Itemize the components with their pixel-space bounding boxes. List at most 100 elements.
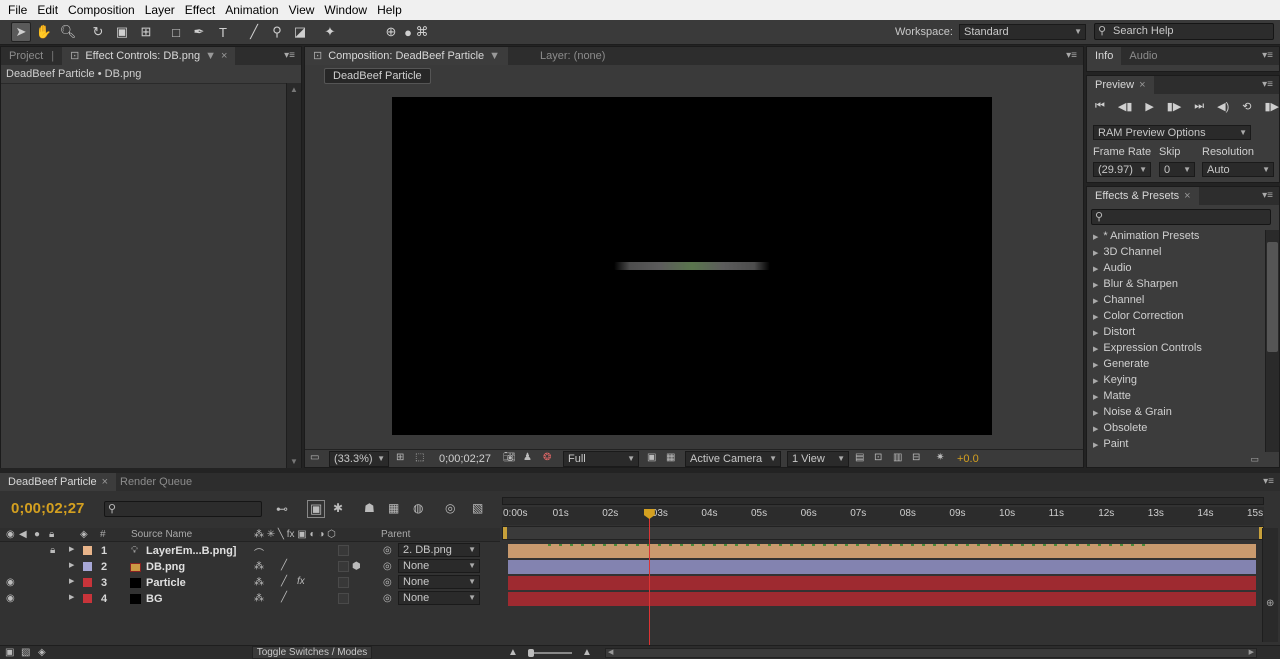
zoom-in-icon[interactable]: ▲	[582, 647, 592, 658]
list-item[interactable]: ▶ Blur & Sharpen	[1093, 278, 1178, 290]
list-item[interactable]: ▶ Obsolete	[1093, 422, 1147, 434]
scroll-left-icon[interactable]: ◀	[608, 648, 613, 656]
playhead[interactable]	[643, 509, 655, 645]
3d-layer-icon[interactable]: ⬢	[352, 561, 361, 572]
toggle-pixel-aspect-icon[interactable]: ▤	[855, 452, 864, 463]
list-item[interactable]: ▶ Paint	[1093, 438, 1128, 450]
close-icon[interactable]: ×	[1139, 79, 1145, 91]
close-icon[interactable]: ×	[1184, 190, 1190, 202]
expand-triangle-icon[interactable]: ▶	[69, 577, 74, 585]
text-tool-icon[interactable]: T	[213, 22, 233, 42]
tab-audio[interactable]: Audio	[1121, 47, 1165, 65]
quality-switch-icon[interactable]: ╱	[281, 576, 287, 587]
menu-view[interactable]: View	[285, 3, 319, 17]
list-item[interactable]: ▶ Channel	[1093, 294, 1144, 306]
scroll-thumb[interactable]	[1267, 242, 1278, 352]
zoom-tool-icon[interactable]: 🔍︎	[58, 22, 78, 42]
skip-dropdown[interactable]: 0 ▼	[1159, 162, 1195, 177]
show-snapshot-icon[interactable]: ♟	[523, 452, 532, 463]
brush-tool-icon[interactable]: ╱	[244, 22, 264, 42]
clone-stamp-tool-icon[interactable]: ⚲	[267, 22, 287, 42]
region-of-interest-icon[interactable]: ▣	[647, 452, 656, 463]
lock-icon[interactable]: 🔒︎	[49, 529, 54, 540]
list-item[interactable]: ▶ Keying	[1093, 374, 1137, 386]
effects-scrollbar[interactable]	[1265, 230, 1279, 452]
scroll-up-icon[interactable]: ▲	[290, 85, 298, 94]
list-item[interactable]: ▶ Audio	[1093, 262, 1132, 274]
list-item[interactable]: ▶ Matte	[1093, 390, 1131, 402]
pan-behind-tool-icon[interactable]: ⊞	[136, 22, 156, 42]
chevron-down-icon[interactable]: ▼	[489, 50, 500, 62]
layer-name[interactable]: DB.png	[146, 561, 185, 573]
resolution-dropdown[interactable]: Auto ▼	[1202, 162, 1274, 177]
parent-dropdown[interactable]: None ▼	[398, 559, 480, 573]
menu-composition[interactable]: Composition	[64, 3, 139, 17]
pick-whip-icon[interactable]: ◎	[383, 593, 392, 604]
exposure-value[interactable]: +0.0	[957, 453, 979, 465]
menu-help[interactable]: Help	[373, 3, 406, 17]
effects-search-input[interactable]: ⚲	[1091, 209, 1271, 225]
list-item[interactable]: ▶ Expression Controls	[1093, 342, 1202, 354]
layer-track[interactable]	[508, 560, 1256, 574]
frame-blending-icon[interactable]: ▦	[388, 501, 399, 515]
shy-switch-icon[interactable]: ⌒	[254, 545, 264, 560]
parent-dropdown[interactable]: 2. DB.png ▼	[398, 543, 480, 557]
list-item[interactable]: ▶ * Animation Presets	[1093, 230, 1199, 242]
zoom-out-icon[interactable]: ▲	[508, 647, 518, 658]
comp-flowchart-icon[interactable]: ⊟	[912, 452, 920, 463]
label-color[interactable]	[83, 546, 92, 555]
list-item[interactable]: ▶ Generate	[1093, 358, 1149, 370]
list-item[interactable]: ▶ Color Correction	[1093, 310, 1183, 322]
shy-switch-icon[interactable]: ⁂	[254, 577, 264, 588]
effect-controls-scrollbar[interactable]: ▲ ▼	[286, 83, 301, 468]
safe-margins-icon[interactable]: ⊞	[396, 452, 404, 463]
label-color[interactable]	[83, 562, 92, 571]
timeline-search-input[interactable]: ⚲	[104, 501, 262, 517]
live-update-icon[interactable]: ▣	[307, 500, 326, 518]
panel-menu-icon[interactable]: ▾≡	[1066, 50, 1077, 61]
panel-menu-icon[interactable]: ▾≡	[1263, 476, 1274, 487]
close-icon[interactable]: ×	[221, 50, 227, 62]
label-color[interactable]	[83, 578, 92, 587]
menu-window[interactable]: Window	[320, 3, 371, 17]
new-folder-icon[interactable]: ▭	[1250, 454, 1259, 465]
work-area-bar[interactable]	[502, 526, 1264, 540]
viewer-timecode[interactable]: 0;00;02;27	[439, 453, 491, 465]
puppet-pin-tool-icon[interactable]: ✦	[320, 22, 340, 42]
quality-switch-icon[interactable]: ╱	[281, 592, 287, 603]
pick-whip-icon[interactable]: ◎	[383, 577, 392, 588]
label-icon[interactable]: ◈	[80, 529, 88, 540]
panel-menu-icon[interactable]: ▾≡	[1262, 50, 1273, 61]
table-row[interactable]: ◉ ▶ 3 Particle ⁂ ╱ fx ◎ None ▼	[0, 575, 500, 591]
tab-close-icon[interactable]: ▼	[205, 50, 216, 62]
color-channels-icon[interactable]: ❂	[543, 452, 551, 463]
tab-render-queue[interactable]: Render Queue	[112, 473, 200, 491]
search-help-input[interactable]: ⚲ Search Help	[1094, 23, 1274, 40]
pick-whip-icon[interactable]: ◎	[383, 561, 392, 572]
expand-triangle-icon[interactable]: ▶	[69, 545, 74, 553]
mask-visibility-icon[interactable]: ⬚	[415, 452, 424, 463]
menu-layer[interactable]: Layer	[141, 3, 179, 17]
rectangle-tool-icon[interactable]: □	[166, 22, 186, 42]
list-item[interactable]: ▶ 3D Channel	[1093, 246, 1161, 258]
layer-track[interactable]	[508, 576, 1256, 590]
eye-icon[interactable]: ◉	[6, 577, 15, 588]
mute-audio-icon[interactable]: ◀)	[1217, 100, 1229, 114]
tab-composition[interactable]: ⊡ Composition: DeadBeef Particle ▼	[305, 47, 509, 65]
toggle-modes-icon[interactable]: ▧	[21, 647, 30, 658]
frame-rate-dropdown[interactable]: (29.97) ▼	[1093, 162, 1151, 177]
timeline-icon[interactable]: ▥	[893, 452, 902, 463]
lock-icon[interactable]: 🔒︎	[50, 545, 55, 556]
resolution-dropdown[interactable]: Full ▼	[563, 451, 639, 467]
pick-whip-icon[interactable]: ◎	[383, 545, 392, 556]
next-frame-icon[interactable]: ▮▶	[1167, 100, 1182, 114]
camera-dropdown[interactable]: Active Camera ▼	[685, 451, 781, 467]
rotate-tool-icon[interactable]: ↻	[88, 22, 108, 42]
toggle-in-out-icon[interactable]: ◈	[38, 647, 46, 658]
shy-layers-icon[interactable]: ☗	[364, 501, 375, 515]
menu-file[interactable]: File	[4, 3, 31, 17]
fx-switch-icon[interactable]: fx	[297, 576, 305, 587]
expand-triangle-icon[interactable]: ▶	[69, 593, 74, 601]
camera-tool-icon[interactable]: ▣	[112, 22, 132, 42]
column-parent[interactable]: Parent	[381, 529, 410, 540]
